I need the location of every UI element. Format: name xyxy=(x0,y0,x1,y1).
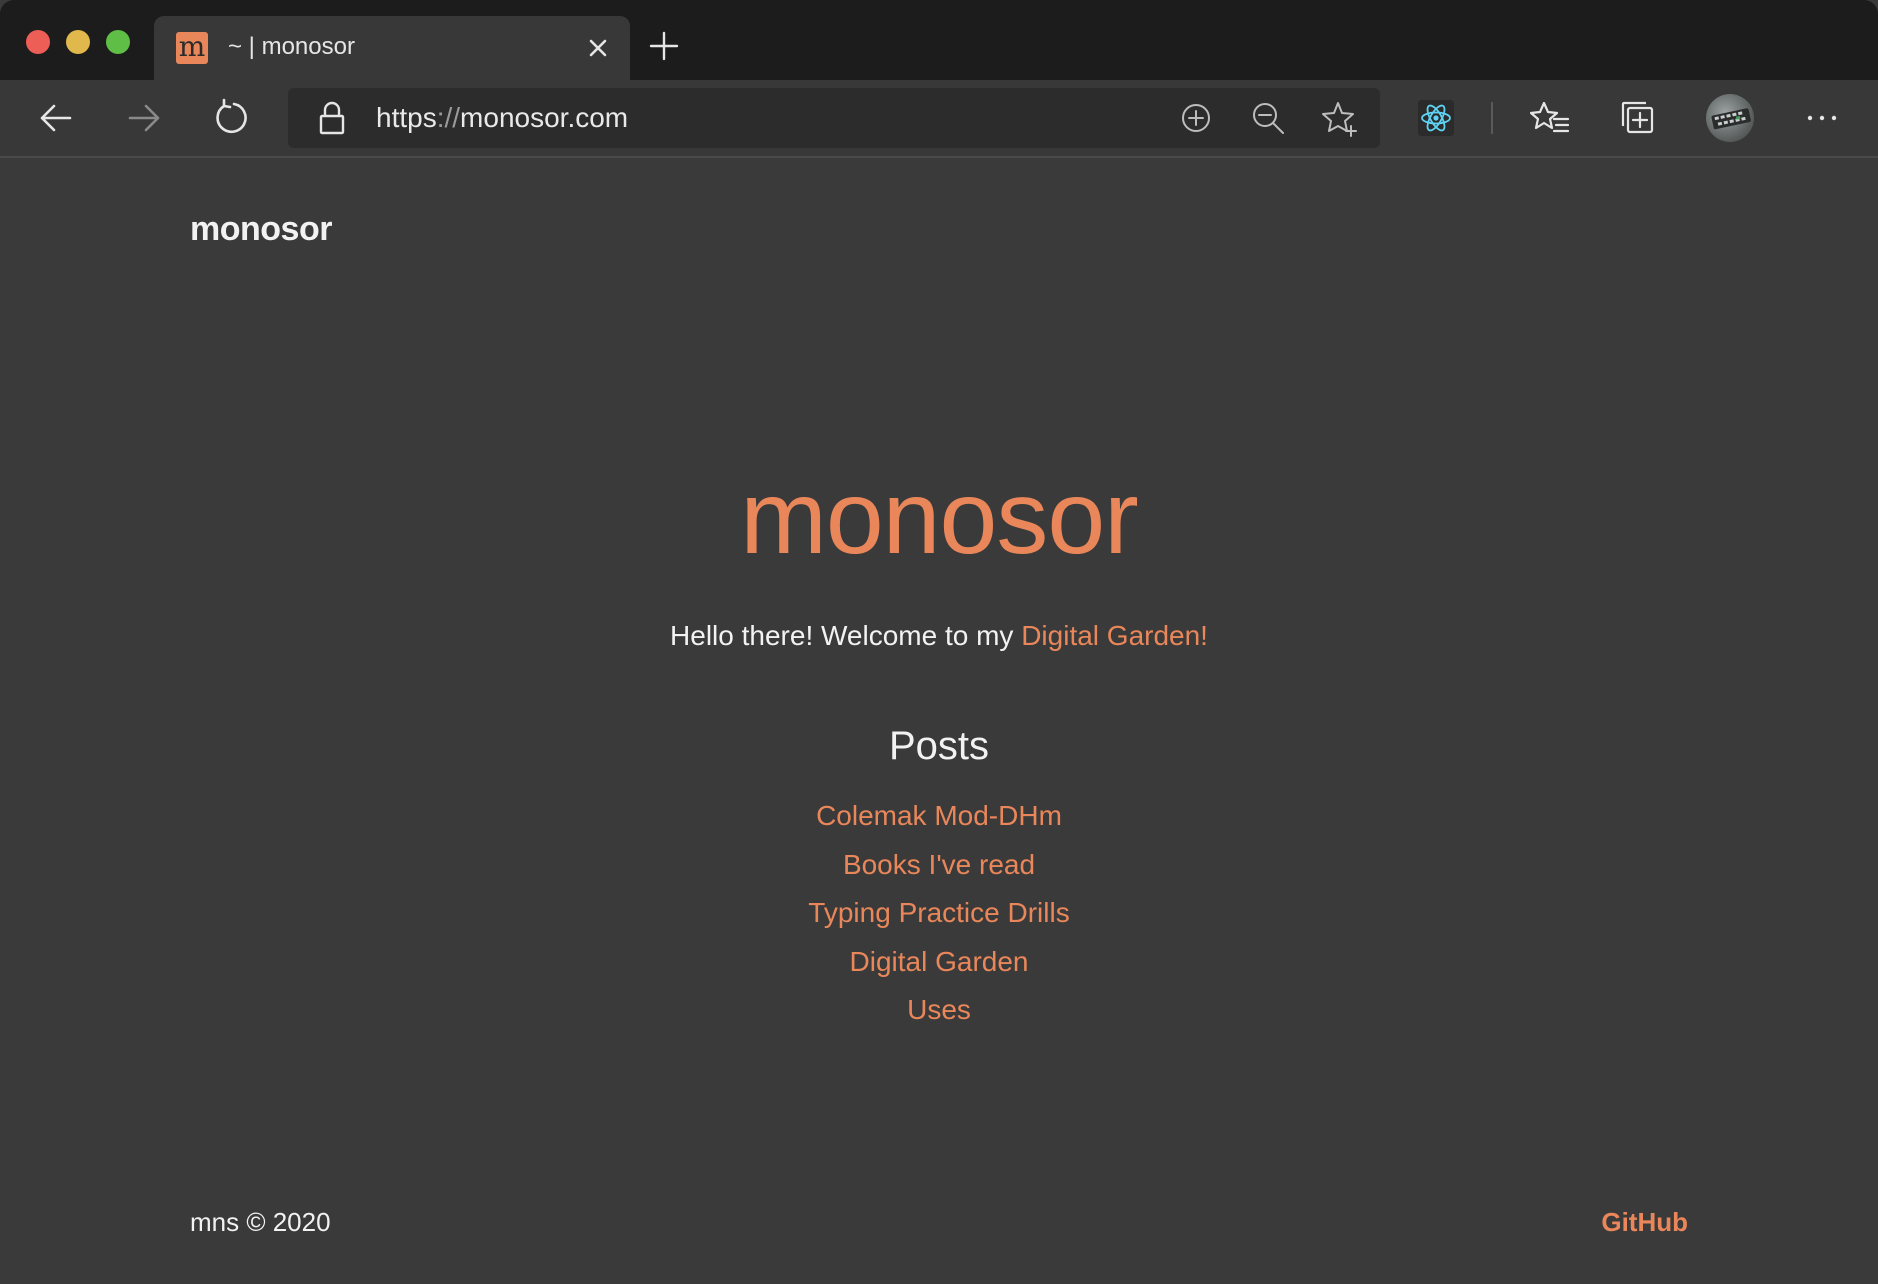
avatar[interactable] xyxy=(1706,94,1754,142)
welcome-text: Hello there! Welcome to my xyxy=(670,620,1022,651)
close-window-button[interactable] xyxy=(26,30,50,54)
list-item: Uses xyxy=(0,986,1878,1035)
address-bar[interactable]: https://monosor.com xyxy=(288,88,1380,148)
browser-tab-active[interactable]: m ~ | monosor xyxy=(154,16,630,80)
collections-icon[interactable] xyxy=(1618,98,1658,138)
favorites-list-icon[interactable] xyxy=(1530,98,1570,138)
toolbar-divider xyxy=(1491,102,1493,134)
avatar-keyboard-image xyxy=(1711,108,1751,130)
url-text[interactable]: https://monosor.com xyxy=(376,103,628,133)
posts-list: Colemak Mod-DHm Books I've read Typing P… xyxy=(0,792,1878,1035)
hero-title: monosor xyxy=(740,460,1139,576)
new-tab-plus-icon[interactable] xyxy=(648,30,680,62)
react-devtools-icon[interactable] xyxy=(1416,98,1456,138)
add-circle-icon[interactable] xyxy=(1176,98,1216,138)
arrow-left-icon[interactable] xyxy=(36,98,76,138)
post-link-digital-garden[interactable]: Digital Garden xyxy=(850,946,1029,977)
digital-garden-link[interactable]: Digital Garden! xyxy=(1021,620,1208,651)
reload-icon[interactable] xyxy=(212,98,252,138)
welcome-message: Hello there! Welcome to my Digital Garde… xyxy=(0,618,1878,654)
list-item: Digital Garden xyxy=(0,938,1878,987)
minimize-window-button[interactable] xyxy=(66,30,90,54)
list-item: Books I've read xyxy=(0,841,1878,890)
zoom-out-icon[interactable] xyxy=(1248,98,1288,138)
maximize-window-button[interactable] xyxy=(106,30,130,54)
close-icon[interactable] xyxy=(584,34,612,62)
star-add-icon[interactable] xyxy=(1320,98,1360,138)
tab-strip: m ~ | monosor xyxy=(0,0,1878,80)
favicon-icon: m xyxy=(176,32,208,64)
post-link-uses[interactable]: Uses xyxy=(907,994,971,1025)
post-link-typing-drills[interactable]: Typing Practice Drills xyxy=(808,897,1069,928)
list-item: Colemak Mod-DHm xyxy=(0,792,1878,841)
url-host: monosor.com xyxy=(460,102,629,133)
more-icon[interactable] xyxy=(1802,98,1842,138)
url-scheme: https xyxy=(376,102,437,133)
browser-toolbar: https://monosor.com xyxy=(0,80,1878,158)
post-link-books[interactable]: Books I've read xyxy=(843,849,1035,880)
lock-icon[interactable] xyxy=(312,98,352,138)
footer-copyright: mns © 2020 xyxy=(190,1207,331,1237)
posts-heading: Posts xyxy=(888,724,990,768)
browser-window: m ~ | monosor https://monosor.com monoso… xyxy=(0,0,1878,1284)
page-content: monosor monosor Hello there! Welcome to … xyxy=(0,158,1878,1284)
list-item: Typing Practice Drills xyxy=(0,889,1878,938)
tab-title: ~ | monosor xyxy=(228,33,355,60)
site-brand-link[interactable]: monosor xyxy=(190,210,332,249)
arrow-right-icon[interactable] xyxy=(124,98,164,138)
url-separator: :// xyxy=(436,102,461,133)
github-link[interactable]: GitHub xyxy=(1601,1206,1688,1238)
post-link-colemak[interactable]: Colemak Mod-DHm xyxy=(816,800,1062,831)
